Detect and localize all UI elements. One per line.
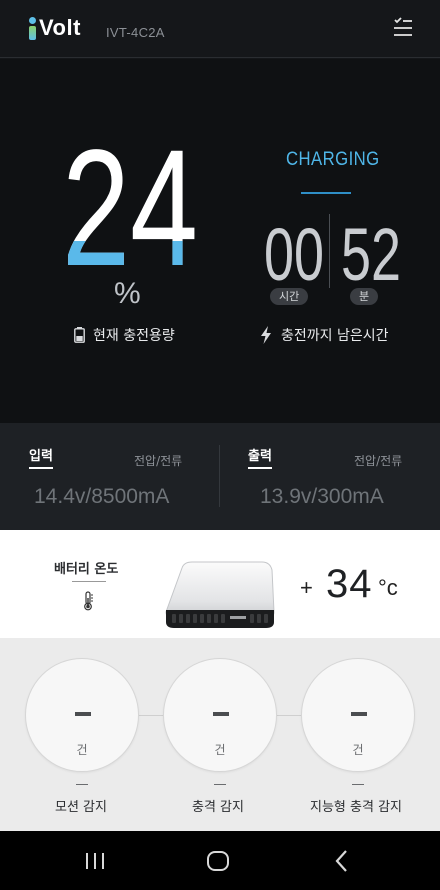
input-title: 입력 xyxy=(29,449,53,464)
power-bank-image xyxy=(165,561,275,628)
logo-text: Volt xyxy=(39,15,81,40)
shock-label-dash xyxy=(214,784,226,785)
temp-value: 34 xyxy=(326,562,373,606)
battery-temp-label: 배터리 온도 xyxy=(54,562,119,577)
minutes-unit-badge: 분 xyxy=(350,288,379,305)
shock-count xyxy=(213,712,229,716)
shock-detect-label: 충격 감지 xyxy=(192,800,244,815)
motion-label-dash xyxy=(76,784,88,785)
recent-apps-icon[interactable] xyxy=(79,845,111,877)
output-sub: 전압/전류 xyxy=(354,454,403,468)
device-model: IVT-4C2A xyxy=(106,25,165,40)
input-title-underline xyxy=(29,467,53,469)
smart-shock-detect-label: 지능형 충격 감지 xyxy=(310,800,402,815)
motion-count xyxy=(75,712,91,716)
sensor-connector xyxy=(277,715,303,716)
system-nav-bar xyxy=(0,831,440,890)
battery-icon xyxy=(74,327,85,343)
io-divider xyxy=(219,445,220,507)
ivolt-logo: Volt xyxy=(28,14,81,42)
back-icon[interactable] xyxy=(326,845,358,877)
sensor-panel: 건 건 건 모션 감지 충격 감지 지능형 충격 감지 xyxy=(0,638,440,831)
remaining-hours: 00 xyxy=(264,216,324,286)
shock-count-unit: 건 xyxy=(214,743,226,757)
svg-text:52: 52 xyxy=(341,216,401,286)
motion-count-unit: 건 xyxy=(76,743,88,757)
temp-sign: + xyxy=(300,575,313,600)
input-value: 14.4v/8500mA xyxy=(34,485,170,508)
sensor-connector xyxy=(139,715,165,716)
charging-status: CHARGING xyxy=(286,149,380,170)
smart-shock-count xyxy=(351,712,367,716)
charge-panel: 24 24 % 현재 충전용량 CHARGING 00 52 시간 분 충전까지… xyxy=(0,59,440,423)
thermometer-icon xyxy=(84,591,93,611)
time-separator xyxy=(329,214,330,288)
remaining-time-label-text: 충전까지 남은시간 xyxy=(281,328,389,344)
percent-sign: % xyxy=(114,277,141,310)
motion-detect-circle[interactable]: 건 xyxy=(25,658,139,772)
output-title-underline xyxy=(248,467,272,469)
capacity-label-text: 현재 충전용량 xyxy=(93,328,175,344)
smart-shock-label-dash xyxy=(352,784,364,785)
shock-detect-circle[interactable]: 건 xyxy=(163,658,277,772)
output-value: 13.9v/300mA xyxy=(260,485,384,508)
battery-percent-display: 24 24 xyxy=(62,137,198,267)
smart-shock-detect-circle[interactable]: 건 xyxy=(301,658,415,772)
logo-i-glyph xyxy=(28,15,37,41)
checklist-menu-icon[interactable] xyxy=(392,17,414,39)
home-icon[interactable] xyxy=(202,845,234,877)
temp-label-underline xyxy=(72,581,106,582)
remaining-time-label: 충전까지 남은시간 xyxy=(260,325,389,345)
temp-unit: °c xyxy=(378,575,398,600)
motion-detect-label: 모션 감지 xyxy=(55,800,107,815)
capacity-label: 현재 충전용량 xyxy=(74,325,175,345)
smart-shock-count-unit: 건 xyxy=(352,743,364,757)
lightning-icon xyxy=(261,326,271,344)
input-sub: 전압/전류 xyxy=(134,454,183,468)
svg-text:00: 00 xyxy=(264,216,324,286)
output-title: 출력 xyxy=(248,449,272,464)
app-header: Volt IVT-4C2A xyxy=(0,0,440,58)
io-panel: 입력 전압/전류 14.4v/8500mA 출력 전압/전류 13.9v/300… xyxy=(0,423,440,530)
temperature-panel: 배터리 온도 + 34 °c xyxy=(0,530,440,638)
remaining-minutes: 52 xyxy=(341,216,401,286)
status-underline xyxy=(301,192,351,194)
hours-unit-badge: 시간 xyxy=(270,288,309,305)
